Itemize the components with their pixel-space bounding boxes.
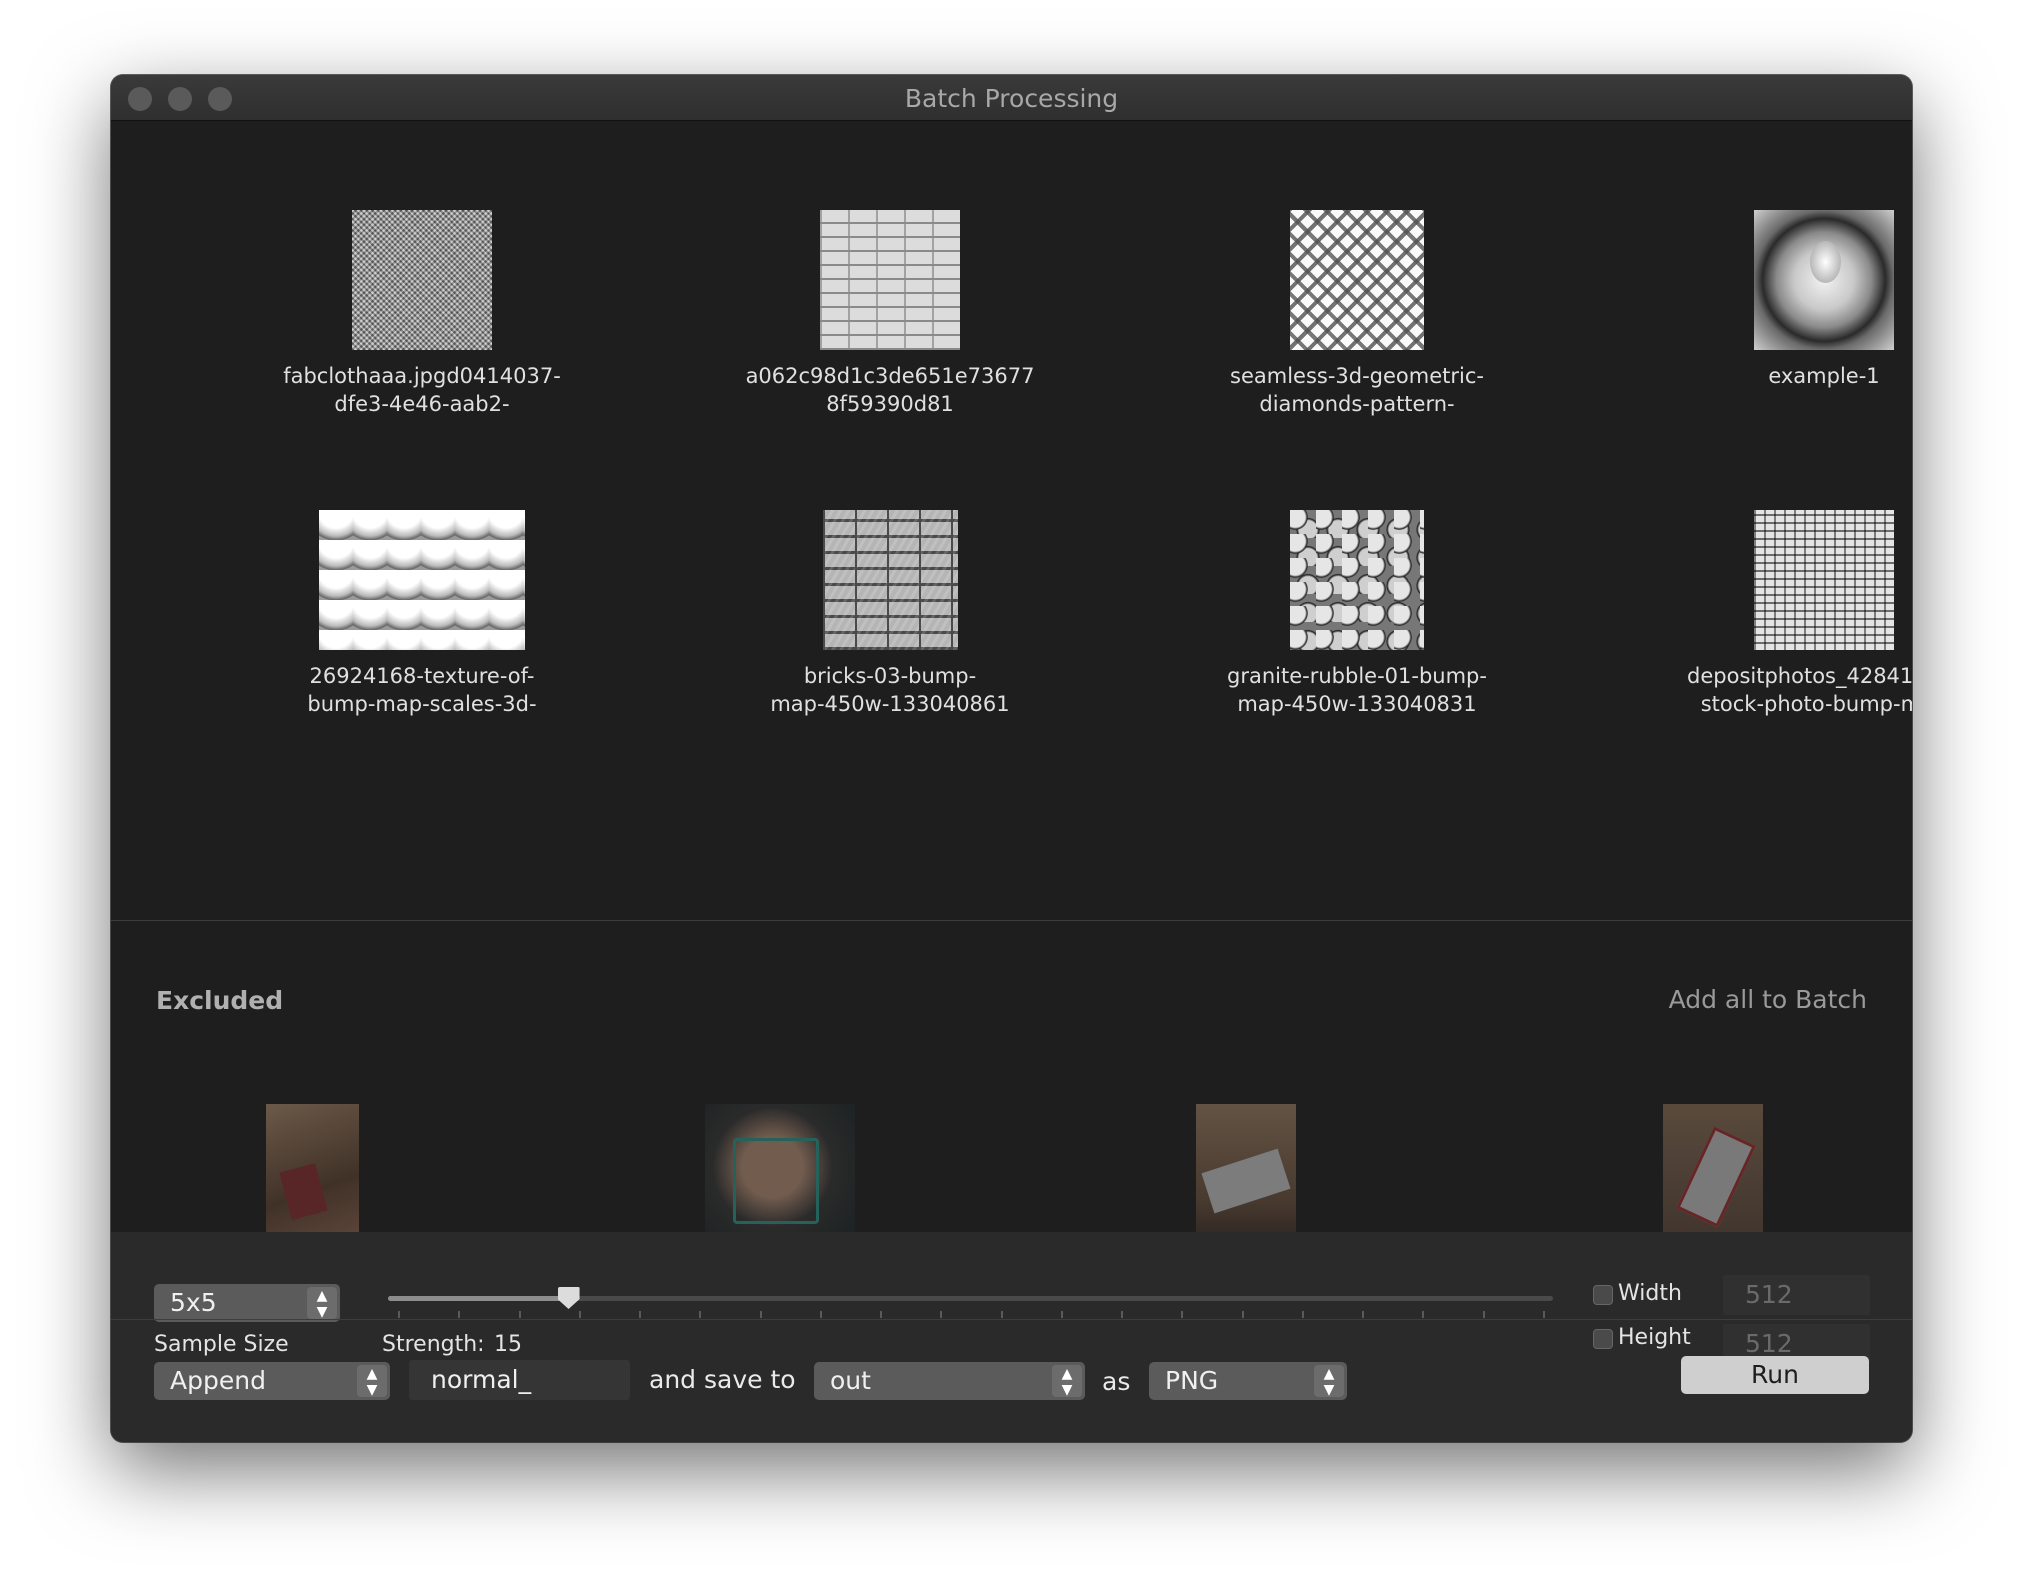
window-title: Batch Processing (904, 84, 1119, 113)
slider-tick (1543, 1311, 1545, 1318)
batch-item-label: seamless-3d-geometric- diamonds-pattern- (1167, 362, 1547, 418)
label-line: 26924168-texture-of- (309, 664, 535, 688)
excluded-thumbnail[interactable] (1196, 1104, 1296, 1232)
excluded-section: Excluded Add all to Batch (111, 921, 1912, 1232)
sample-size-select[interactable]: 5x5 ▲ ▼ (154, 1284, 340, 1322)
strength-value: 15 (494, 1332, 522, 1357)
output-folder-value: out (830, 1366, 871, 1395)
sample-size-label: Sample Size (154, 1332, 289, 1357)
title-bar: Batch Processing (111, 75, 1912, 121)
slider-tick (1422, 1311, 1425, 1318)
slider-tick (819, 1311, 822, 1318)
texture-thumbnail (1754, 210, 1894, 350)
excluded-title: Excluded (156, 986, 284, 1015)
texture-thumbnail (1290, 210, 1424, 350)
slider-tick (699, 1311, 702, 1318)
batch-grid: fabclothaaa.jpgd0414037- dfe3-4e46-aab2-… (111, 121, 1912, 920)
batch-item-label: granite-rubble-01-bump- map-450w-1330408… (1167, 662, 1547, 718)
slider-tick (639, 1311, 642, 1318)
width-checkbox[interactable] (1593, 1285, 1613, 1305)
slider-tick (518, 1311, 521, 1318)
run-button[interactable]: Run (1681, 1356, 1869, 1394)
batch-item[interactable]: a062c98d1c3de651e73677 8f59390d81 (700, 210, 1080, 418)
filename-prefix-field[interactable]: normal_ (409, 1360, 630, 1400)
texture-thumbnail (319, 510, 525, 650)
slider-tick (1181, 1311, 1184, 1318)
width-field[interactable]: 512 (1723, 1275, 1870, 1315)
batch-item-label: a062c98d1c3de651e73677 8f59390d81 (700, 362, 1080, 418)
label-line: map-450w-133040831 (1237, 692, 1477, 716)
slider-tick (759, 1311, 762, 1318)
save-to-label: and save to (649, 1365, 796, 1394)
batch-item-label: bricks-03-bump- map-450w-133040861 (700, 662, 1080, 718)
texture-thumbnail (1754, 510, 1894, 650)
height-checkbox[interactable] (1593, 1329, 1613, 1349)
batch-item[interactable]: example-1 (1634, 210, 1912, 390)
chevron-updown-icon: ▲ ▼ (1314, 1365, 1344, 1397)
label-line: granite-rubble-01-bump- (1227, 664, 1487, 688)
slider-tick (1000, 1311, 1003, 1318)
label-line: bricks-03-bump- (803, 664, 977, 688)
label-line: seamless-3d-geometric- (1230, 364, 1484, 388)
slider-tick (940, 1311, 943, 1318)
batch-item[interactable]: 26924168-texture-of- bump-map-scales-3d- (232, 510, 612, 718)
slider-tick (458, 1311, 461, 1318)
label-line: a062c98d1c3de651e73677 (745, 364, 1035, 388)
texture-thumbnail (1290, 510, 1424, 650)
slider-tick (1060, 1311, 1063, 1318)
naming-mode-select[interactable]: Append ▲ ▼ (154, 1362, 390, 1400)
strength-slider-thumb[interactable] (557, 1287, 580, 1309)
texture-thumbnail (820, 210, 960, 350)
format-value: PNG (1165, 1366, 1219, 1395)
label-line: example-1 (1768, 364, 1880, 388)
height-label: Height (1618, 1325, 1691, 1350)
slider-tick (398, 1311, 400, 1318)
chevron-updown-icon: ▲ ▼ (357, 1365, 387, 1397)
controls-panel: 5x5 ▲ ▼ Sample Size Strength: 15 Width 51… (111, 1232, 1912, 1442)
batch-item-label: 26924168-texture-of- bump-map-scales-3d- (232, 662, 612, 718)
excluded-thumbnail[interactable] (705, 1104, 855, 1232)
batch-item[interactable]: fabclothaaa.jpgd0414037- dfe3-4e46-aab2- (232, 210, 612, 418)
label-line: stock-photo-bump-map (1700, 692, 1912, 716)
label-line: 8f59390d81 (826, 392, 954, 416)
chevron-updown-icon: ▲ ▼ (1052, 1365, 1082, 1397)
output-folder-select[interactable]: out ▲ ▼ (814, 1362, 1085, 1400)
width-label: Width (1618, 1281, 1682, 1306)
label-line: diamonds-pattern- (1259, 392, 1455, 416)
batch-processing-window: Batch Processing fabclothaaa.jpgd0414037… (111, 75, 1912, 1442)
batch-item-label: example-1 (1634, 362, 1912, 390)
excluded-thumbnail[interactable] (266, 1104, 359, 1232)
batch-item[interactable]: bricks-03-bump- map-450w-133040861 (700, 510, 1080, 718)
slider-tick (1362, 1311, 1365, 1318)
label-line: depositphotos_42841043- (1687, 664, 1912, 688)
batch-item[interactable]: seamless-3d-geometric- diamonds-pattern- (1167, 210, 1547, 418)
controls-divider (111, 1319, 1912, 1320)
sample-size-value: 5x5 (170, 1288, 217, 1317)
add-all-to-batch-button[interactable]: Add all to Batch (1669, 985, 1867, 1014)
format-select[interactable]: PNG ▲ ▼ (1149, 1362, 1347, 1400)
strength-label: Strength: (382, 1332, 485, 1357)
slider-tick (1241, 1311, 1244, 1318)
label-line: fabclothaaa.jpgd0414037- (283, 364, 561, 388)
naming-mode-value: Append (170, 1366, 266, 1395)
excluded-thumbnail[interactable] (1663, 1104, 1763, 1232)
chevron-updown-icon: ▲ ▼ (307, 1287, 337, 1319)
texture-thumbnail (822, 510, 958, 650)
as-label: as (1102, 1367, 1131, 1396)
strength-slider-fill (388, 1296, 569, 1301)
strength-slider[interactable] (388, 1287, 1553, 1309)
texture-thumbnail (352, 210, 492, 350)
batch-item[interactable]: depositphotos_42841043- stock-photo-bump… (1634, 510, 1912, 718)
batch-item-label: fabclothaaa.jpgd0414037- dfe3-4e46-aab2- (232, 362, 612, 418)
label-line: bump-map-scales-3d- (307, 692, 537, 716)
batch-item-label: depositphotos_42841043- stock-photo-bump… (1634, 662, 1912, 718)
batch-item[interactable]: granite-rubble-01-bump- map-450w-1330408… (1167, 510, 1547, 718)
slider-tick (1121, 1311, 1124, 1318)
slider-tick (1482, 1311, 1485, 1318)
slider-tick (1301, 1311, 1304, 1318)
label-line: map-450w-133040861 (770, 692, 1010, 716)
label-line: dfe3-4e46-aab2- (334, 392, 510, 416)
slider-tick (880, 1311, 883, 1318)
slider-tick (578, 1311, 581, 1318)
